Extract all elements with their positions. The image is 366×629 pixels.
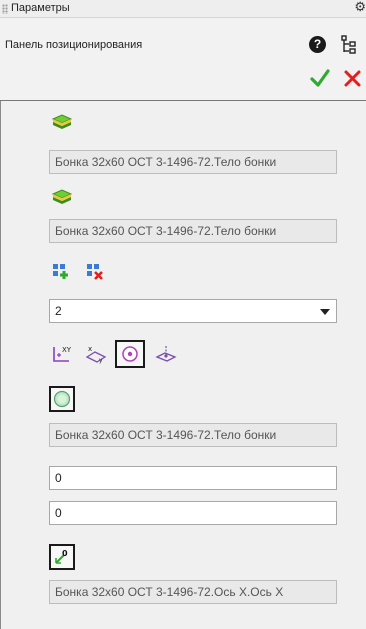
count-select-value: 2: [55, 304, 62, 318]
face-select-button[interactable]: [49, 386, 75, 412]
point-on-plane-icon[interactable]: [155, 344, 177, 364]
panel-header: Панель позиционирования ?: [0, 18, 366, 101]
svg-text:XY: XY: [62, 346, 72, 354]
offset-input-2[interactable]: 0: [49, 501, 337, 525]
svg-text:y: y: [99, 357, 103, 364]
body-field-1[interactable]: Бонка 32х60 ОСТ 3-1496-72.Тело бонки: [49, 150, 337, 174]
gear-icon[interactable]: ⚙: [354, 0, 366, 15]
title-bar: Параметры ⚙: [0, 0, 366, 18]
circle-target-icon: [122, 346, 138, 362]
window-title: Параметры: [11, 2, 70, 14]
count-select[interactable]: 2: [49, 299, 337, 323]
body-field-2[interactable]: Бонка 32х60 ОСТ 3-1496-72.Тело бонки: [49, 219, 337, 243]
layers-icon[interactable]: [51, 188, 73, 206]
close-icon[interactable]: [343, 69, 362, 88]
parameters-panel: Бонка 32х60 ОСТ 3-1496-72.Тело бонки Бон…: [0, 101, 366, 629]
help-icon[interactable]: ?: [309, 36, 326, 53]
circle-mode-button[interactable]: [115, 340, 145, 368]
offset-input-1[interactable]: 0: [49, 466, 337, 490]
svg-text:x: x: [88, 345, 92, 353]
remove-item-icon[interactable]: [85, 262, 105, 280]
chevron-down-icon: [320, 309, 330, 315]
plane-xy-icon[interactable]: x y: [85, 344, 107, 364]
svg-text:0: 0: [62, 549, 68, 558]
layers-icon[interactable]: [51, 113, 73, 131]
checkmark-icon[interactable]: [310, 68, 330, 88]
face-field[interactable]: Бонка 32х60 ОСТ 3-1496-72.Тело бонки: [49, 423, 337, 447]
axis-origin-icon: 0: [55, 549, 68, 564]
tree-icon[interactable]: [341, 35, 357, 55]
panel-title: Панель позиционирования: [5, 39, 143, 51]
axis-select-button[interactable]: 0: [49, 544, 75, 570]
circle-face-icon: [53, 390, 71, 408]
drag-grip-icon[interactable]: [2, 4, 8, 14]
add-item-icon[interactable]: [51, 262, 71, 280]
axis-field[interactable]: Бонка 32х60 ОСТ 3-1496-72.Ось Х.Ось Х: [49, 580, 337, 604]
xy-coordinate-icon[interactable]: XY: [51, 344, 73, 364]
